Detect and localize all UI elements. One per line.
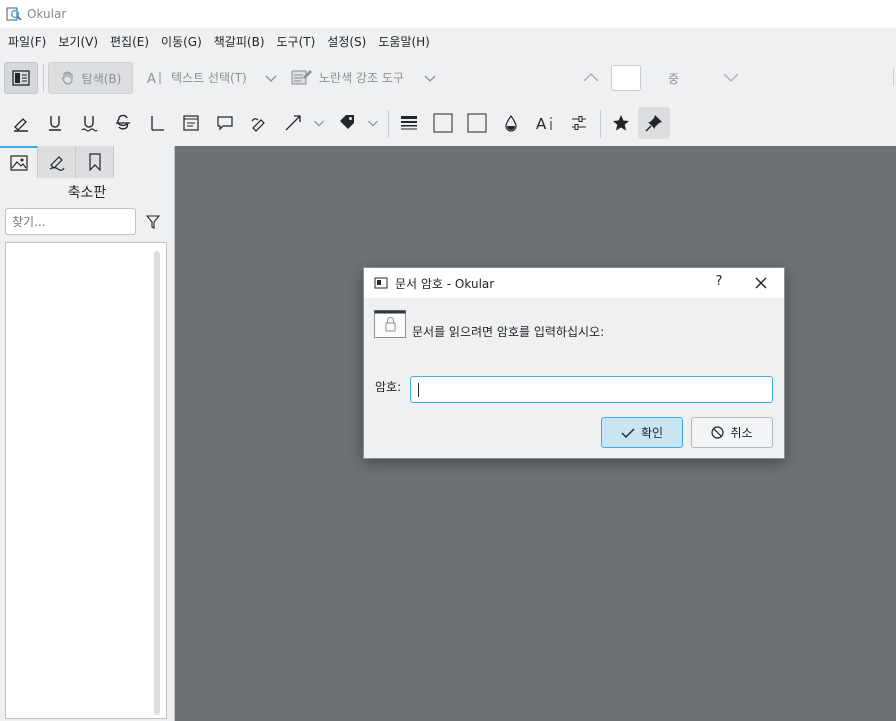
filter-icon (146, 215, 160, 229)
toolbar-separator (43, 64, 44, 92)
menu-help[interactable]: 도움말(H) (372, 28, 436, 56)
sidebar-title: 축소판 (67, 185, 107, 201)
toolbar-separator (600, 110, 601, 138)
thumbnails-icon (9, 155, 28, 171)
stamp-icon[interactable] (334, 110, 360, 136)
chevron-down-icon[interactable] (265, 72, 277, 84)
password-field[interactable] (410, 376, 773, 403)
highlight-tool-button[interactable]: 노란색 강조 도구 (291, 68, 404, 86)
highlighter-icon[interactable] (8, 110, 34, 136)
check-icon (621, 428, 635, 438)
browse-tool-button[interactable]: 탐색(B) (48, 62, 133, 94)
menu-bar: 파일(F) 보기(V) 편집(E) 이동(G) 책갈피(B) 도구(T) 설정(… (0, 28, 896, 56)
main-toolbar: 탐색(B) A 텍스트 선택(T) 노란색 강조 도구 중 (0, 56, 896, 100)
chevron-down-icon[interactable] (364, 110, 382, 136)
typewriter-icon[interactable] (144, 110, 170, 136)
scrollbar[interactable] (154, 251, 160, 715)
cancel-button[interactable]: 취소 (691, 417, 773, 448)
annotations-icon (49, 156, 64, 171)
tab-bookmarks[interactable] (76, 146, 114, 178)
menu-view[interactable]: 보기(V) (52, 28, 104, 56)
help-button[interactable]: ? (711, 274, 727, 289)
sidebar-tabs (0, 146, 114, 178)
sidebar-panel-icon (12, 70, 30, 86)
toolbar-separator (388, 110, 389, 138)
page-number-box[interactable] (611, 65, 641, 91)
inline-note-icon[interactable] (178, 110, 204, 136)
okular-app-icon (6, 7, 22, 21)
chevron-down-icon[interactable] (424, 72, 436, 84)
menu-tools[interactable]: 도구(T) (271, 28, 322, 56)
dialog-app-icon (374, 277, 388, 289)
thumbnail-search-input[interactable] (5, 208, 136, 235)
ok-label: 확인 (640, 426, 664, 440)
text-select-label: 텍스트 선택(T) (171, 71, 247, 85)
menu-go[interactable]: 이동(G) (155, 28, 208, 56)
password-dialog: 문서 암호 - Okular ? 문서를 읽으려면 암호를 입력하십시오: 암호… (363, 267, 785, 459)
text-select-tool-button[interactable]: A 텍스트 선택(T) (147, 69, 247, 86)
tab-annotations[interactable] (38, 146, 76, 178)
window-title: Okular (27, 7, 67, 21)
font-icon[interactable]: A (532, 110, 558, 136)
sidebar-panel: 축소판 (0, 146, 174, 721)
cancel-icon (711, 426, 725, 439)
text-select-icon: A (147, 71, 161, 86)
dialog-prompt: 문서를 읽으려면 암호를 입력하십시오: (412, 325, 605, 339)
highlight-tool-label: 노란색 강조 도구 (319, 70, 404, 85)
bookmarks-icon (88, 153, 101, 171)
window-titlebar: Okular (0, 0, 896, 28)
menu-edit[interactable]: 편집(E) (104, 28, 155, 56)
chevron-down-icon[interactable] (310, 110, 328, 136)
star-icon[interactable] (608, 110, 634, 136)
menu-bookmarks[interactable]: 책갈피(B) (208, 28, 271, 56)
thumbnail-list[interactable] (5, 242, 167, 719)
chevron-up-icon[interactable] (582, 70, 600, 84)
browse-tool-label: 탐색(B) (81, 71, 122, 86)
opacity-icon[interactable] (498, 110, 524, 136)
settings-icon[interactable] (566, 110, 592, 136)
dialog-title: 문서 암호 - Okular (395, 276, 495, 291)
chevron-down-icon[interactable] (722, 70, 740, 84)
tab-thumbnails[interactable] (0, 146, 38, 178)
hand-icon (61, 71, 73, 85)
menu-file[interactable]: 파일(F) (2, 28, 52, 56)
text-cursor (418, 383, 419, 397)
filter-button[interactable] (143, 212, 163, 232)
squiggle-icon[interactable] (76, 110, 102, 136)
underline-icon[interactable] (42, 110, 68, 136)
fill-color-icon[interactable] (464, 110, 490, 136)
border-color-icon[interactable] (430, 110, 456, 136)
line-width-icon[interactable] (396, 110, 422, 136)
close-icon (755, 277, 767, 289)
annotation-toolbar: A (0, 100, 896, 146)
arrow-icon[interactable] (280, 110, 306, 136)
svg-text:A: A (536, 115, 547, 133)
lock-icon (374, 310, 406, 338)
menu-settings[interactable]: 설정(S) (321, 28, 372, 56)
cancel-label: 취소 (730, 426, 753, 440)
password-label: 암호: (375, 380, 402, 394)
pin-icon[interactable] (638, 107, 670, 139)
close-button[interactable] (752, 274, 770, 292)
freehand-line-icon[interactable] (246, 110, 272, 136)
highlighter-doc-icon (291, 70, 312, 85)
toolbar-edge (893, 68, 894, 86)
svg-text:A: A (147, 72, 156, 86)
zoom-label: 중 (668, 72, 680, 86)
ok-button[interactable]: 확인 (601, 417, 683, 448)
sidebar-toggle-button[interactable] (4, 62, 38, 94)
strikeout-icon[interactable] (110, 110, 136, 136)
popup-note-icon[interactable] (212, 110, 238, 136)
